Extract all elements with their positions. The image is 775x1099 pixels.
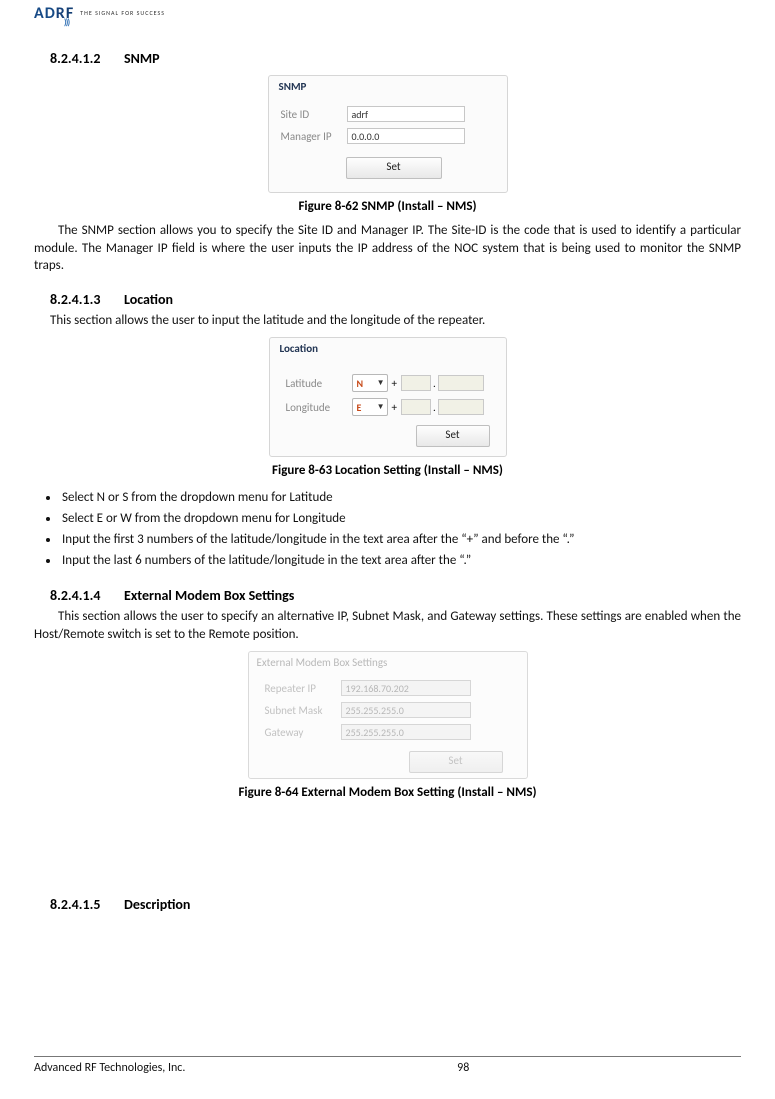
chevron-down-icon: ▼ [377, 402, 385, 412]
latitude-deg-input[interactable] [401, 375, 431, 391]
section-title: SNMP [124, 50, 160, 67]
external-modem-paragraph: This section allows the user to specify … [34, 608, 741, 643]
list-item: Input the first 3 numbers of the latitud… [60, 530, 741, 551]
snmp-panel-title: SNMP [269, 76, 507, 103]
list-item: Select N or S from the dropdown menu for… [60, 488, 741, 509]
section-number: 8.2.4.1.2 [50, 50, 124, 67]
external-modem-panel-title: External Modem Box Settings [249, 652, 527, 677]
footer-company: Advanced RF Technologies, Inc. [34, 1061, 185, 1075]
location-intro-paragraph: This section allows the user to input th… [50, 312, 741, 330]
longitude-select-value: E [357, 401, 362, 414]
logo-waves-icon: ))) [64, 17, 69, 28]
section-number: 8.2.4.1.3 [50, 291, 124, 308]
location-instructions-list: Select N or S from the dropdown menu for… [34, 488, 741, 571]
latitude-select-value: N [357, 377, 364, 390]
gateway-input[interactable]: 255.255.255.0 [341, 724, 471, 740]
site-id-input[interactable]: adrf [347, 106, 465, 122]
snmp-panel: SNMP Site ID adrf Manager IP 0.0.0.0 Set [268, 75, 508, 193]
longitude-label: Longitude [286, 401, 352, 414]
location-set-button[interactable]: Set [416, 425, 490, 447]
latitude-plus: + [392, 377, 397, 390]
page-footer: Advanced RF Technologies, Inc. 98 [34, 1056, 741, 1075]
site-id-label: Site ID [281, 108, 347, 121]
section-title: External Modem Box Settings [124, 587, 294, 604]
figure-64-caption: Figure 8-64 External Modem Box Setting (… [34, 785, 741, 800]
section-heading-external-modem: 8.2.4.1.4 External Modem Box Settings [34, 587, 741, 604]
snmp-set-button[interactable]: Set [346, 157, 442, 179]
section-number: 8.2.4.1.5 [50, 896, 124, 913]
logo-tagline: THE SIGNAL FOR SUCCESS [80, 9, 165, 17]
snmp-paragraph: The SNMP section allows you to specify t… [34, 222, 741, 275]
external-modem-panel: External Modem Box Settings Repeater IP … [248, 651, 528, 779]
longitude-select[interactable]: E ▼ [352, 398, 388, 416]
location-panel: Location Latitude N ▼ + . Longitude [269, 337, 507, 457]
page-header: A D R F ))) THE SIGNAL FOR SUCCESS [34, 0, 741, 26]
gateway-label: Gateway [265, 726, 341, 739]
section-heading-location: 8.2.4.1.3 Location [34, 291, 741, 308]
adrf-logo: A D R F ))) [34, 2, 74, 24]
external-modem-set-button[interactable]: Set [409, 751, 503, 773]
figure-63-caption: Figure 8-63 Location Setting (Install – … [34, 463, 741, 478]
longitude-dot: . [433, 401, 436, 414]
manager-ip-input[interactable]: 0.0.0.0 [347, 128, 465, 144]
longitude-frac-input[interactable] [438, 399, 484, 415]
subnet-mask-input[interactable]: 255.255.255.0 [341, 702, 471, 718]
longitude-plus: + [392, 401, 397, 414]
location-panel-title: Location [270, 338, 506, 365]
latitude-frac-input[interactable] [438, 375, 484, 391]
section-heading-snmp: 8.2.4.1.2 SNMP [34, 50, 741, 67]
section-title: Description [124, 896, 190, 913]
list-item: Input the last 6 numbers of the latitude… [60, 551, 741, 572]
chevron-down-icon: ▼ [377, 378, 385, 388]
latitude-select[interactable]: N ▼ [352, 374, 388, 392]
latitude-dot: . [433, 377, 436, 390]
repeater-ip-input[interactable]: 192.168.70.202 [341, 680, 471, 696]
repeater-ip-label: Repeater IP [265, 682, 341, 695]
logo-letter-f: F ))) [66, 4, 74, 23]
latitude-label: Latitude [286, 377, 352, 390]
section-title: Location [124, 291, 173, 308]
logo-letter-a: A [34, 4, 45, 23]
section-number: 8.2.4.1.4 [50, 587, 124, 604]
logo-letter-d: D [45, 4, 56, 23]
footer-page-number: 98 [185, 1061, 741, 1075]
figure-62-caption: Figure 8-62 SNMP (Install – NMS) [34, 199, 741, 214]
longitude-deg-input[interactable] [401, 399, 431, 415]
subnet-mask-label: Subnet Mask [265, 704, 341, 717]
list-item: Select E or W from the dropdown menu for… [60, 509, 741, 530]
manager-ip-label: Manager IP [281, 130, 347, 143]
section-heading-description: 8.2.4.1.5 Description [34, 896, 741, 913]
